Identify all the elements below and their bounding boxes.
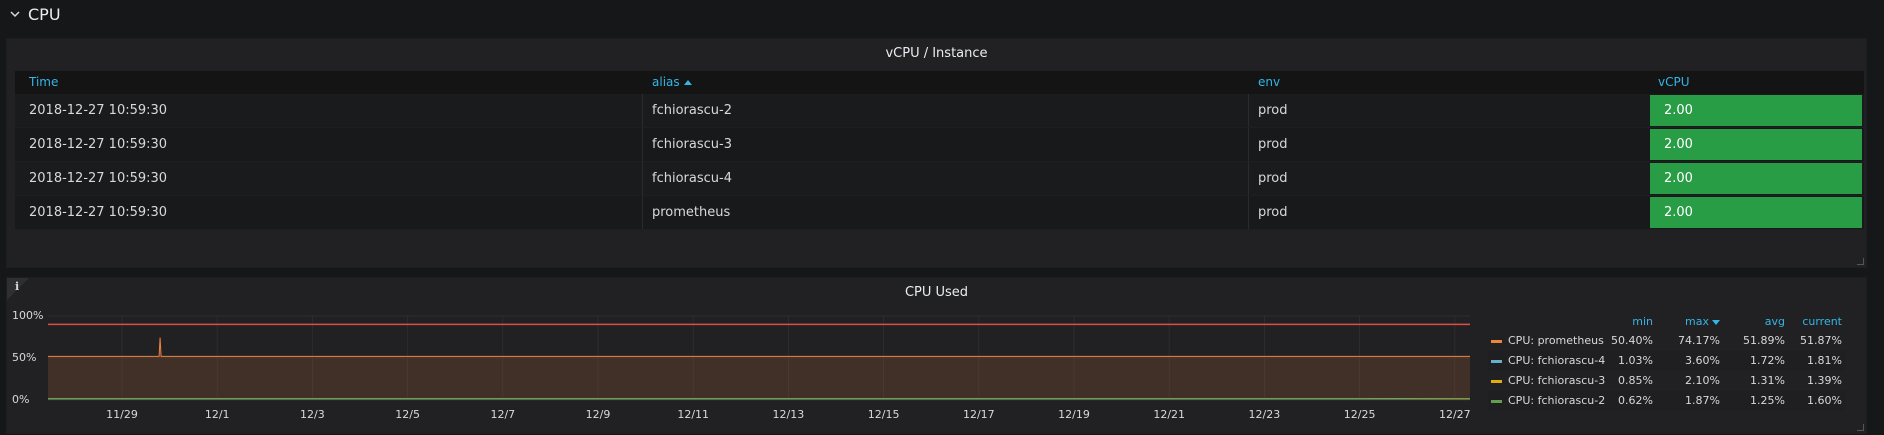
- y-tick-label: 0%: [12, 393, 30, 406]
- sort-asc-icon: [683, 80, 692, 85]
- legend-header-min[interactable]: min: [1593, 315, 1653, 328]
- legend-item[interactable]: CPU: fchiorascu-3 0.85% 2.10% 1.31% 1.39%: [1488, 371, 1846, 391]
- legend-item[interactable]: CPU: prometheus 50.40% 74.17% 51.89% 51.87%: [1488, 331, 1846, 351]
- legend-min: 0.85%: [1618, 374, 1653, 387]
- chevron-down-icon: [8, 7, 22, 21]
- legend-current: 1.60%: [1807, 394, 1842, 407]
- legend-min: 1.03%: [1618, 354, 1653, 367]
- cell-env: prod: [1258, 137, 1288, 152]
- cell-vcpu: 2.00: [1650, 129, 1862, 160]
- x-tick-label: 12/27: [1438, 408, 1471, 421]
- series-color-swatch[interactable]: [1491, 360, 1502, 363]
- cell-divider: [642, 162, 643, 195]
- x-tick-label: 12/23: [1248, 408, 1281, 421]
- panel-title[interactable]: vCPU / Instance: [7, 46, 1866, 61]
- column-header-time[interactable]: Time: [29, 71, 58, 94]
- legend-max: 74.17%: [1678, 334, 1720, 347]
- legend-avg: 1.31%: [1750, 374, 1785, 387]
- cell-time: 2018-12-27 10:59:30: [29, 103, 168, 118]
- cell-time: 2018-12-27 10:59:30: [29, 171, 168, 186]
- cell-alias: fchiorascu-4: [652, 171, 732, 186]
- column-header-vcpu[interactable]: vCPU: [1658, 71, 1690, 94]
- row-header-cpu[interactable]: CPU: [8, 2, 61, 26]
- legend-max: 3.60%: [1685, 354, 1720, 367]
- cell-vcpu: 2.00: [1650, 95, 1862, 126]
- x-tick-label: 12/13: [772, 408, 805, 421]
- series-color-swatch[interactable]: [1491, 400, 1502, 403]
- legend-current: 51.87%: [1800, 334, 1842, 347]
- table-body: 2018-12-27 10:59:30 fchiorascu-2 prod 2.00 2…: [15, 94, 1864, 230]
- x-tick-label: 11/29: [106, 408, 138, 421]
- table-row: 2018-12-27 10:59:30 fchiorascu-3 prod 2.00: [15, 128, 1864, 162]
- cell-env: prod: [1258, 171, 1288, 186]
- y-tick-label: 50%: [12, 351, 37, 364]
- legend-series-name[interactable]: CPU: fchiorascu-4: [1508, 354, 1605, 367]
- x-tick-label: 12/15: [867, 408, 900, 421]
- cell-alias: fchiorascu-2: [652, 103, 732, 118]
- legend-header-avg[interactable]: avg: [1725, 315, 1785, 328]
- cell-divider: [1248, 196, 1249, 229]
- series-color-swatch[interactable]: [1491, 340, 1502, 343]
- x-tick-label: 12/17: [962, 408, 995, 421]
- x-tick-label: 12/19: [1058, 408, 1090, 421]
- cell-time: 2018-12-27 10:59:30: [29, 205, 168, 220]
- legend-item[interactable]: CPU: fchiorascu-2 0.62% 1.87% 1.25% 1.60%: [1488, 391, 1846, 411]
- cell-divider: [1248, 162, 1249, 195]
- row-title: CPU: [28, 4, 61, 24]
- legend-avg: 1.72%: [1750, 354, 1785, 367]
- cell-vcpu: 2.00: [1650, 163, 1862, 194]
- legend-current: 1.39%: [1807, 374, 1842, 387]
- resize-handle[interactable]: [1857, 424, 1864, 431]
- cell-env: prod: [1258, 103, 1288, 118]
- legend-series-name[interactable]: CPU: fchiorascu-3: [1508, 374, 1605, 387]
- legend-series-name[interactable]: CPU: fchiorascu-2: [1508, 394, 1605, 407]
- column-header-alias[interactable]: alias: [652, 71, 692, 94]
- cell-divider: [642, 196, 643, 229]
- legend-item[interactable]: CPU: fchiorascu-4 1.03% 3.60% 1.72% 1.81%: [1488, 351, 1846, 371]
- graph-legend: min max avg current CPU: prometheus 50.40…: [1488, 313, 1846, 411]
- table-row: 2018-12-27 10:59:30 fchiorascu-4 prod 2.00: [15, 162, 1864, 196]
- table-row: 2018-12-27 10:59:30 prometheus prod 2.00: [15, 196, 1864, 230]
- cell-env: prod: [1258, 205, 1288, 220]
- legend-header: min max avg current: [1488, 313, 1846, 331]
- legend-header-max[interactable]: max: [1660, 315, 1720, 328]
- x-tick-label: 12/1: [204, 408, 230, 421]
- legend-avg: 51.89%: [1743, 334, 1785, 347]
- x-tick-label: 12/11: [677, 408, 710, 421]
- x-tick-label: 12/5: [395, 408, 420, 421]
- x-tick-label: 12/9: [585, 408, 611, 421]
- legend-max: 1.87%: [1685, 394, 1720, 407]
- cell-vcpu: 2.00: [1650, 197, 1862, 228]
- table-header: Time alias env vCPU: [15, 71, 1864, 94]
- x-tick-label: 12/21: [1153, 408, 1186, 421]
- cell-divider: [1248, 128, 1249, 161]
- legend-current: 1.81%: [1807, 354, 1842, 367]
- table-row: 2018-12-27 10:59:30 fchiorascu-2 prod 2.00: [15, 94, 1864, 128]
- legend-min: 50.40%: [1611, 334, 1653, 347]
- cell-divider: [642, 128, 643, 161]
- data-table: Time alias env vCPU 2018-12-27 10:59:30 f…: [15, 71, 1864, 230]
- x-tick-label: 12/3: [300, 408, 325, 421]
- cell-alias: fchiorascu-3: [652, 137, 732, 152]
- resize-handle[interactable]: [1857, 258, 1864, 265]
- legend-series-name[interactable]: CPU: prometheus: [1508, 334, 1604, 347]
- cell-divider: [642, 94, 643, 127]
- y-tick-label: 100%: [12, 309, 44, 322]
- x-tick-label: 12/25: [1343, 408, 1376, 421]
- sort-desc-icon: [1712, 319, 1720, 325]
- series-color-swatch[interactable]: [1491, 380, 1502, 383]
- panel-title[interactable]: CPU Used: [7, 285, 1866, 300]
- cell-alias: prometheus: [652, 205, 731, 220]
- legend-avg: 1.25%: [1750, 394, 1785, 407]
- cell-time: 2018-12-27 10:59:30: [29, 137, 168, 152]
- x-tick-label: 12/7: [490, 408, 516, 421]
- legend-header-current[interactable]: current: [1782, 315, 1842, 328]
- table-panel: vCPU / Instance Time alias env vCPU 2018…: [6, 38, 1867, 268]
- legend-max: 2.10%: [1685, 374, 1720, 387]
- cell-divider: [1248, 94, 1249, 127]
- legend-min: 0.62%: [1618, 394, 1653, 407]
- column-header-env[interactable]: env: [1258, 71, 1280, 94]
